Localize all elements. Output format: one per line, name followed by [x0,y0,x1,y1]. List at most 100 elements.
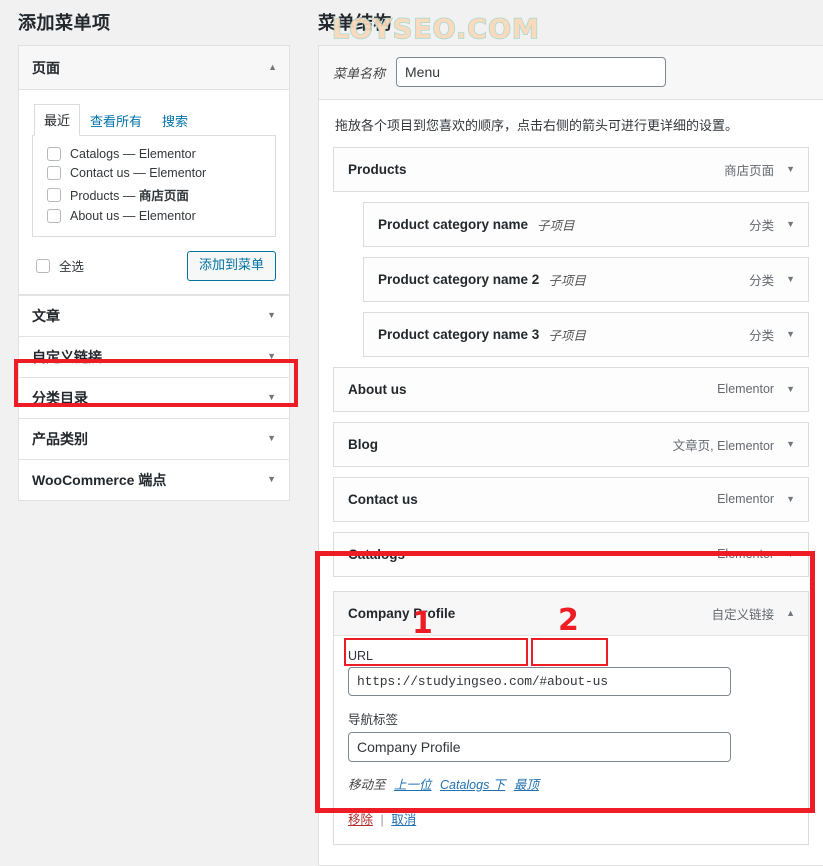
menu-item-sub-label: 子项目 [548,328,586,343]
menu-item-about-us[interactable]: About us Elementor ▼ [333,366,809,412]
accordion-categories-title: 分类目录 [32,389,88,406]
menu-item-header[interactable]: Blog 文章页, Elementor ▼ [334,423,808,466]
accordion-custom-links-title: 自定义链接 [32,348,102,365]
menu-item-meta: 文章页, Elementor ▼ [673,435,795,454]
menu-item-type: 商店页面 [724,163,775,178]
menu-structure-heading: 菜单结构 [318,13,392,33]
menu-item-title: Company Profile [348,605,456,621]
page-type: 商店页面 [138,189,189,203]
page-type: Elementor [138,209,196,223]
menu-item-catalogs[interactable]: Catalogs Elementor ▼ [333,531,809,577]
menu-item-header[interactable]: Company Profile 自定义链接 ▲ [334,591,808,635]
move-to-top-link[interactable]: 最顶 [514,778,539,792]
menu-item-sub-label: 子项目 [537,218,575,233]
checkbox-about-us[interactable] [47,209,61,223]
menu-item-header[interactable]: About us Elementor ▼ [334,368,808,411]
move-under-catalogs-link[interactable]: Catalogs 下 [440,778,505,792]
menu-item-header[interactable]: Contact us Elementor ▼ [334,478,808,521]
select-all-row[interactable]: 全选 [36,256,84,275]
accordion-posts-title: 文章 [32,307,60,324]
chevron-down-icon[interactable]: ▼ [267,475,276,484]
page-dash: — [122,209,136,223]
chevron-down-icon[interactable]: ▼ [786,549,795,559]
list-item[interactable]: Catalogs — Elementor [43,145,265,164]
chevron-down-icon[interactable]: ▼ [786,164,795,174]
action-separator: | [380,812,384,827]
menu-item-sub-label: 子项目 [548,273,586,288]
add-to-menu-button[interactable]: 添加到菜单 [186,251,276,281]
list-item[interactable]: Products — 商店页面 [43,183,265,207]
list-item-label: About us — Elementor [70,209,196,223]
checkbox-select-all[interactable] [36,258,50,273]
tab-recent[interactable]: 最近 [34,104,81,136]
accordion-posts[interactable]: 文章 ▼ [19,294,289,336]
menu-item-title: Contact us [348,491,418,507]
menu-item-type: 分类 [749,273,775,288]
chevron-down-icon[interactable]: ▼ [786,439,795,449]
checkbox-catalogs[interactable] [47,147,61,161]
navigation-label-input[interactable] [348,731,731,762]
menu-item-product-category-name[interactable]: Product category name 子项目 分类 ▼ [363,201,809,247]
menu-item-header[interactable]: Product category name 子项目 分类 ▼ [364,203,808,246]
page-name: About us [70,209,120,223]
chevron-up-icon[interactable]: ▲ [786,608,795,618]
url-input[interactable] [348,666,731,696]
menu-item-product-category-name-3[interactable]: Product category name 3 子项目 分类 ▼ [363,311,809,357]
menu-item-blog[interactable]: Blog 文章页, Elementor ▼ [333,421,809,467]
menu-item-title: About us [348,381,407,397]
menu-item-company-profile[interactable]: Company Profile 自定义链接 ▲ URL 导航标签 [333,590,809,845]
remove-link[interactable]: 移除 [348,813,373,827]
move-up-link[interactable]: 上一位 [394,778,432,792]
accordion-custom-links[interactable]: 自定义链接 ▼ [19,335,289,377]
chevron-down-icon[interactable]: ▼ [786,494,795,504]
url-field-label: URL [348,648,374,663]
chevron-down-icon[interactable]: ▼ [267,393,276,402]
accordion-categories[interactable]: 分类目录 ▼ [19,376,289,418]
pages-accordion: 页面 ▲ 最近 查看所有 搜索 Catalogs — Elementor Con… [18,45,290,295]
tab-view-all[interactable]: 查看所有 [80,105,152,136]
accordion-woocommerce-endpoints[interactable]: WooCommerce 端点 ▼ [19,458,289,500]
move-label: 移动至 [348,777,386,792]
menu-item-meta: 商店页面 ▼ [724,160,795,179]
menu-item-type: 自定义链接 [711,607,775,622]
menu-item-header[interactable]: Products 商店页面 ▼ [334,148,808,191]
menu-name-row: 菜单名称 [319,46,823,100]
accordion-product-categories[interactable]: 产品类别 ▼ [19,417,289,459]
cancel-link[interactable]: 取消 [391,813,416,827]
chevron-down-icon[interactable]: ▼ [267,434,276,443]
checkbox-contact-us[interactable] [47,166,61,180]
drag-drop-instructions: 拖放各个项目到您喜欢的顺序，点击右侧的箭头可进行更详细的设置。 [335,118,739,133]
menu-items-list: Products 商店页面 ▼ Product category name 子项… [319,140,823,865]
add-menu-items-column: 页面 ▲ 最近 查看所有 搜索 Catalogs — Elementor Con… [18,45,290,501]
menu-item-meta: Elementor ▼ [717,547,795,561]
chevron-up-icon[interactable]: ▲ [268,63,277,72]
menu-item-type: Elementor [717,492,775,506]
menu-item-meta: 分类 ▼ [749,270,795,289]
chevron-down-icon[interactable]: ▼ [786,219,795,229]
menu-item-type: 分类 [749,328,775,343]
menu-name-label: 菜单名称 [333,65,386,81]
menu-name-input[interactable] [396,57,667,87]
list-item[interactable]: About us — Elementor [43,207,265,226]
pages-accordion-header[interactable]: 页面 ▲ [19,46,289,90]
menu-item-title: Product category name 2 [378,271,540,287]
menu-item-products[interactable]: Products 商店页面 ▼ [333,146,809,192]
menu-item-contact-us[interactable]: Contact us Elementor ▼ [333,476,809,522]
chevron-down-icon[interactable]: ▼ [786,384,795,394]
menu-item-header[interactable]: Product category name 3 子项目 分类 ▼ [364,313,808,356]
pages-accordion-body: 最近 查看所有 搜索 Catalogs — Elementor Contact … [19,90,289,294]
pages-tabs: 最近 查看所有 搜索 [32,104,276,136]
menu-item-header[interactable]: Catalogs Elementor ▼ [334,533,808,576]
chevron-down-icon[interactable]: ▼ [786,329,795,339]
chevron-down-icon[interactable]: ▼ [786,274,795,284]
menu-item-header[interactable]: Product category name 2 子项目 分类 ▼ [364,258,808,301]
tab-search[interactable]: 搜索 [152,105,198,136]
chevron-down-icon[interactable]: ▼ [267,352,276,361]
menu-item-product-category-name-2[interactable]: Product category name 2 子项目 分类 ▼ [363,256,809,302]
menu-item-type: 文章页, Elementor [672,438,775,453]
list-item[interactable]: Contact us — Elementor [43,164,265,183]
list-item-label: Products — 商店页面 [70,185,189,204]
chevron-down-icon[interactable]: ▼ [267,311,276,320]
menu-item-title: Blog [348,436,378,452]
checkbox-products[interactable] [47,187,61,202]
